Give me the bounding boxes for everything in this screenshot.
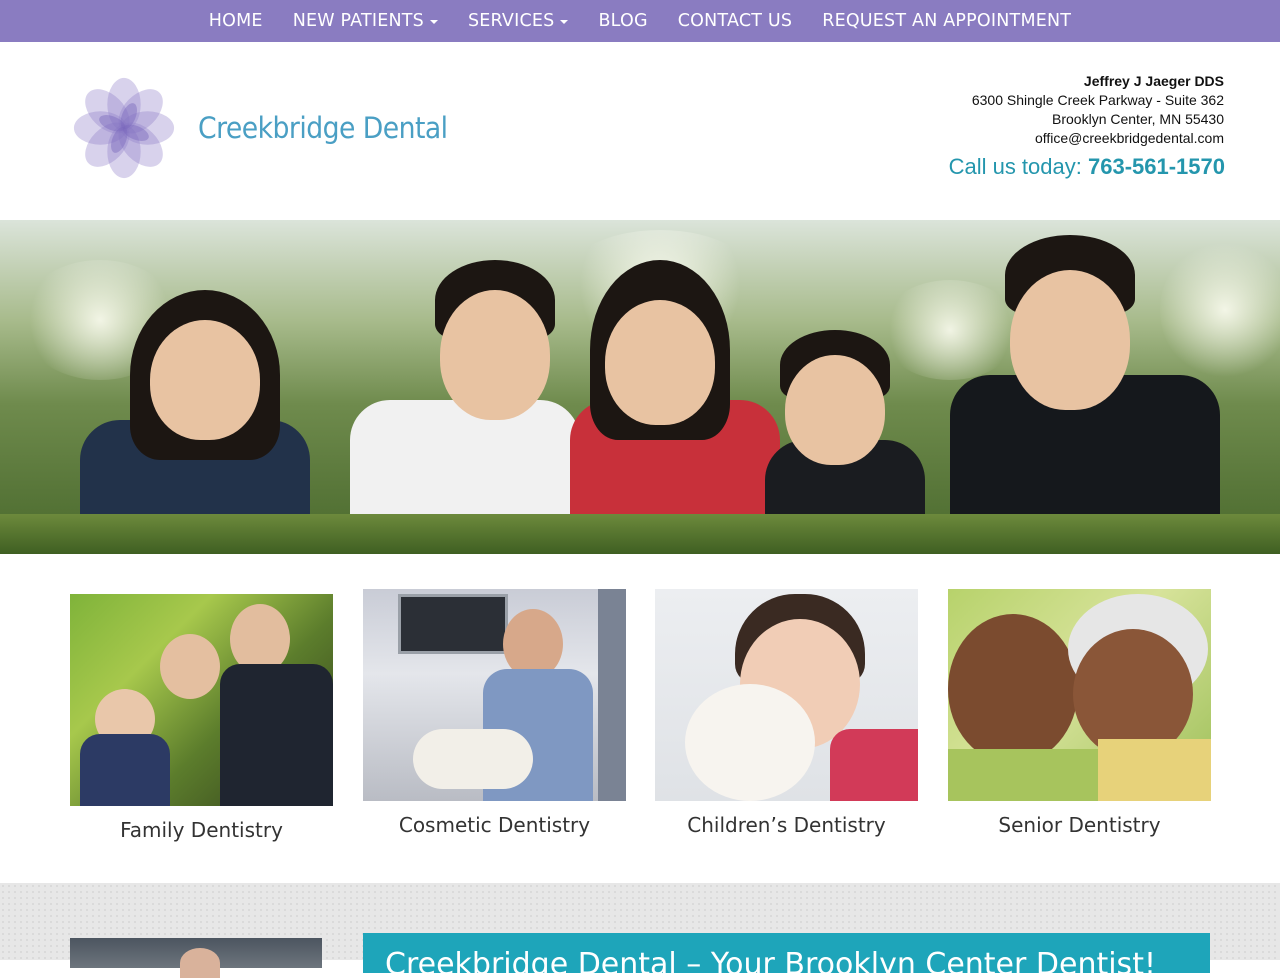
nav-services[interactable]: SERVICES [453, 0, 584, 42]
logo-text: Creekbridge Dental [198, 111, 448, 145]
contact-info: Jeffrey J Jaeger DDS 6300 Shingle Creek … [972, 72, 1224, 148]
cosmetic-dentistry-photo [363, 589, 626, 801]
service-caption: Senior Dentistry [998, 813, 1161, 837]
doctor-name: Jeffrey J Jaeger DDS [1083, 73, 1224, 89]
email-link[interactable]: office@creekbridgedental.com [1035, 130, 1224, 146]
nav-new-patients[interactable]: NEW PATIENTS [278, 0, 453, 42]
phone-link[interactable]: 763-561-1570 [1088, 154, 1225, 179]
phone-number: 763-561-1570 [1087, 154, 1225, 179]
service-caption: Children’s Dentistry [687, 813, 886, 837]
address-line-1: 6300 Shingle Creek Parkway - Suite 362 [971, 92, 1224, 108]
dentist-photo [70, 938, 322, 978]
service-cosmetic-dentistry[interactable]: Cosmetic Dentistry [363, 589, 626, 837]
call-label: Call us today: [948, 154, 1088, 179]
service-caption: Family Dentistry [120, 818, 283, 842]
flower-logo-icon [73, 77, 175, 179]
service-family-dentistry[interactable]: Family Dentistry [70, 594, 333, 842]
service-caption: Cosmetic Dentistry [398, 813, 591, 837]
service-senior-dentistry[interactable]: Senior Dentistry [948, 589, 1211, 837]
nav-new-patients-label: NEW PATIENTS [292, 11, 424, 31]
service-childrens-dentistry[interactable]: Children’s Dentistry [655, 589, 918, 837]
caret-down-icon [429, 20, 438, 24]
nav-services-label: SERVICES [467, 11, 555, 31]
nav-home[interactable]: HOME [194, 0, 278, 42]
hero-family-photo [0, 220, 1280, 554]
nav-blog-label: BLOG [598, 11, 648, 31]
family-dentistry-photo [70, 594, 333, 806]
main-nav: HOME NEW PATIENTS SERVICES BLOG CONTACT … [0, 0, 1280, 42]
intro-heading: Creekbridge Dental – Your Brooklyn Cente… [363, 933, 1210, 973]
nav-request-appointment[interactable]: REQUEST AN APPOINTMENT [807, 0, 1086, 42]
nav-contact-us[interactable]: CONTACT US [663, 0, 807, 42]
site-logo[interactable]: Creekbridge Dental [70, 73, 448, 183]
nav-home-label: HOME [208, 11, 263, 31]
nav-blog[interactable]: BLOG [583, 0, 662, 42]
address-line-2: Brooklyn Center, MN 55430 [1052, 111, 1224, 127]
nav-request-appointment-label: REQUEST AN APPOINTMENT [822, 11, 1072, 31]
caret-down-icon [560, 20, 569, 24]
call-us: Call us today: 763-561-1570 [949, 154, 1225, 180]
childrens-dentistry-photo [655, 589, 918, 801]
senior-dentistry-photo [948, 589, 1211, 801]
nav-contact-us-label: CONTACT US [677, 11, 793, 31]
